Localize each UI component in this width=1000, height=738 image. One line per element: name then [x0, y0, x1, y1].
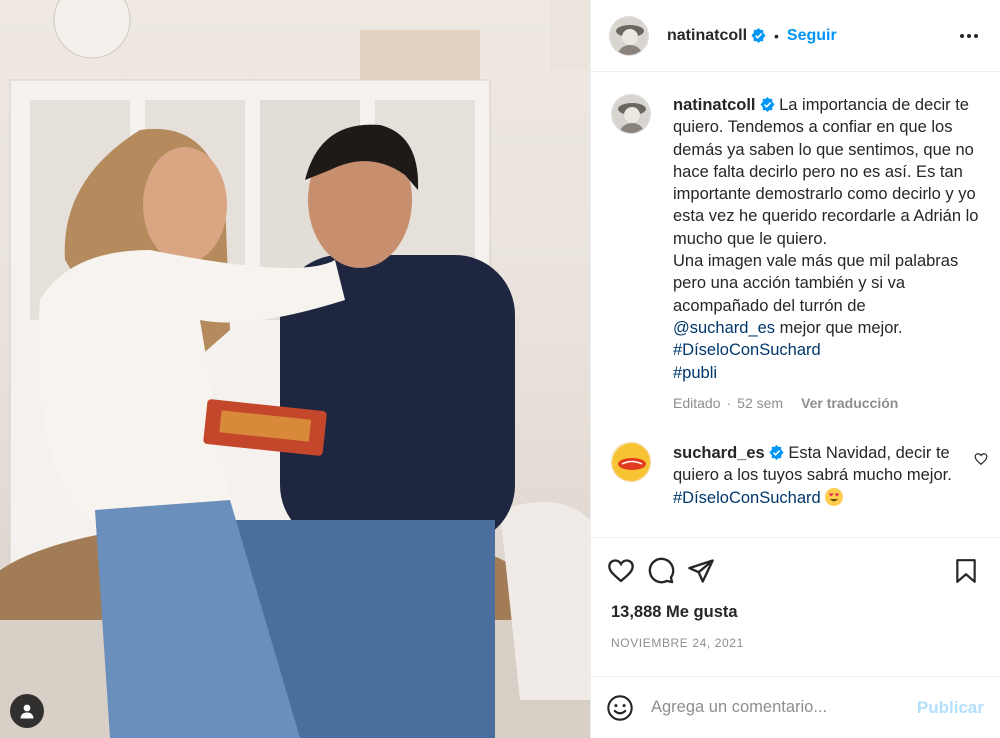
verified-badge-icon [769, 445, 784, 461]
verified-badge-icon [751, 28, 766, 43]
photo-scene [0, 0, 590, 738]
more-dot-icon [967, 33, 971, 38]
avatar[interactable] [611, 94, 651, 134]
post-header: natinatcoll • Seguir [591, 0, 1000, 72]
paper-plane-icon [688, 558, 714, 583]
smiley-icon [607, 694, 633, 721]
more-options-button[interactable] [954, 28, 984, 44]
publish-button[interactable]: Publicar [917, 698, 984, 718]
heart-eyes-emoji-icon [825, 487, 844, 506]
post-side-panel: natinatcoll • Seguir natinatcoll La impo… [590, 0, 1000, 738]
caption-text: mejor que mejor. [779, 318, 903, 337]
user-icon [20, 704, 34, 719]
bookmark-icon [956, 558, 976, 583]
meta-separator: · [726, 394, 732, 411]
author-avatar-image [612, 95, 650, 133]
caption-text: La importancia de decir te quiero. Tende… [673, 96, 979, 248]
follow-button[interactable]: Seguir [787, 27, 837, 45]
comment-bubble-icon [648, 557, 675, 583]
more-dot-icon [960, 33, 964, 38]
tagged-users-button[interactable] [10, 694, 44, 728]
avatar[interactable] [611, 442, 651, 483]
save-button[interactable] [946, 551, 986, 591]
author-avatar-image [610, 16, 648, 55]
comment-username[interactable]: suchard_es [673, 444, 765, 462]
comment-button[interactable] [641, 551, 681, 591]
caption-text: Una imagen vale más que mil palabras per… [673, 252, 959, 315]
post-photo[interactable] [0, 0, 590, 738]
comment-input[interactable] [651, 698, 917, 717]
edited-label: Editado [673, 394, 721, 411]
suchard-logo-avatar [612, 443, 650, 482]
like-comment-heart-icon[interactable] [974, 452, 988, 466]
separator-dot: • [774, 27, 779, 44]
caption-meta: Editado · 52 sem Ver traducción [673, 392, 984, 414]
post-date: NOVIEMBRE 24, 2021 [611, 636, 744, 650]
author-username[interactable]: natinatcoll [667, 27, 747, 45]
see-translation-button[interactable]: Ver traducción [801, 392, 898, 414]
more-dot-icon [974, 33, 978, 38]
heart-icon [608, 558, 634, 582]
hashtag-link[interactable]: #DíseloConSuchard [673, 341, 821, 359]
comment-item: suchard_es Esta Navidad, decir te quiero… [611, 442, 988, 509]
mention-link[interactable]: @suchard_es [673, 319, 775, 337]
caption: natinatcoll La importancia de decir te q… [611, 94, 984, 414]
hashtag-link[interactable]: #DíseloConSuchard [673, 489, 821, 507]
caption-body: natinatcoll La importancia de decir te q… [673, 94, 984, 414]
like-button[interactable] [601, 551, 641, 591]
action-bar [591, 537, 1000, 603]
likes-count[interactable]: 13,888 Me gusta [591, 603, 1000, 622]
avatar[interactable] [609, 15, 649, 56]
post-age[interactable]: 52 sem [737, 392, 783, 414]
instagram-post: natinatcoll • Seguir natinatcoll La impo… [0, 0, 1000, 738]
caption-username[interactable]: natinatcoll [673, 96, 756, 114]
verified-badge-icon [759, 97, 775, 112]
comments-section: natinatcoll La importancia de decir te q… [591, 72, 1000, 537]
hashtag-link[interactable]: #publi [673, 364, 717, 382]
comment-body: suchard_es Esta Navidad, decir te quiero… [673, 442, 984, 509]
share-button[interactable] [681, 551, 721, 591]
add-comment-bar: Publicar [591, 676, 1000, 738]
emoji-picker-button[interactable] [603, 691, 637, 725]
